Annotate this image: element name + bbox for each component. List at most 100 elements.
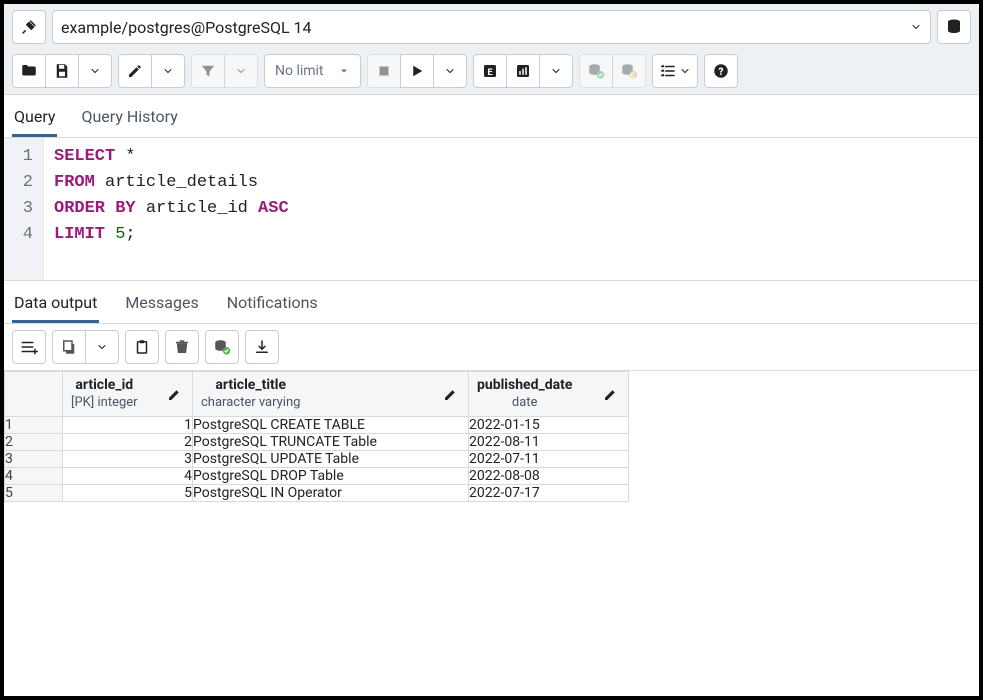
connection-icon-button[interactable] [12, 10, 46, 44]
tab-data-output[interactable]: Data output [12, 287, 99, 323]
stop-icon [375, 62, 393, 80]
server-connect-button[interactable] [937, 10, 971, 44]
column-name: published_date [477, 376, 572, 394]
results-panel: Data output Messages Notifications [4, 280, 979, 696]
cell-published-date[interactable]: 2022-08-11 [469, 434, 629, 451]
save-button[interactable] [45, 54, 79, 88]
chevron-down-icon [96, 341, 108, 353]
code-body[interactable]: SELECT *FROM article_detailsORDER BY art… [44, 138, 979, 280]
help-button[interactable]: ? [704, 54, 738, 88]
delete-button[interactable] [165, 330, 199, 364]
connection-text: example/postgres@PostgreSQL 14 [61, 18, 910, 37]
column-name: article_id [71, 376, 138, 394]
connection-selector[interactable]: example/postgres@PostgreSQL 14 [52, 10, 931, 44]
code-text: ; [125, 225, 135, 244]
row-number[interactable]: 4 [5, 468, 63, 485]
cell-published-date[interactable]: 2022-07-11 [469, 451, 629, 468]
cell-article-id[interactable]: 3 [63, 451, 193, 468]
caret-down-icon [338, 65, 350, 77]
column-type: [PK] integer [71, 394, 138, 412]
cell-article-id[interactable]: 5 [63, 485, 193, 502]
execute-dropdown-button[interactable] [433, 54, 467, 88]
execute-button[interactable] [400, 54, 434, 88]
keyword: ASC [258, 199, 289, 218]
keyword: LIMIT [54, 225, 105, 244]
chevron-down-icon [89, 65, 101, 77]
macros-button[interactable] [652, 54, 698, 88]
database-icon [945, 18, 963, 36]
tab-query[interactable]: Query [12, 101, 57, 137]
stop-button[interactable] [367, 54, 401, 88]
sql-editor[interactable]: 1 2 3 4 SELECT *FROM article_detailsORDE… [4, 138, 979, 280]
save-data-button[interactable] [205, 330, 239, 364]
edit-button[interactable] [118, 54, 152, 88]
row-number[interactable]: 1 [5, 417, 63, 434]
line-number: 4 [10, 222, 33, 248]
column-header[interactable]: article_id [PK] integer [63, 372, 193, 417]
commit-button[interactable] [579, 54, 613, 88]
editor-area: Query Query History 1 2 3 4 SELECT *FROM… [4, 94, 979, 280]
cell-article-id[interactable]: 2 [63, 434, 193, 451]
cell-article-id[interactable]: 1 [63, 417, 193, 434]
folder-icon [20, 62, 38, 80]
database-check-icon [587, 62, 605, 80]
code-text: * [115, 147, 135, 166]
cell-article-title[interactable]: PostgreSQL TRUNCATE Table [193, 434, 469, 451]
data-grid[interactable]: article_id [PK] integer article_title c [4, 371, 979, 502]
table-row[interactable]: 44PostgreSQL DROP Table2022-08-08 [5, 468, 629, 485]
copy-dropdown-button[interactable] [85, 330, 119, 364]
cell-published-date[interactable]: 2022-07-17 [469, 485, 629, 502]
save-dropdown-button[interactable] [78, 54, 112, 88]
svg-text:?: ? [718, 67, 723, 78]
row-limit-selector[interactable]: No limit [264, 54, 361, 88]
editor-tabs: Query Query History [4, 95, 979, 138]
column-header[interactable]: published_date date [469, 372, 629, 417]
row-limit-label: No limit [275, 63, 324, 79]
cell-published-date[interactable]: 2022-01-15 [469, 417, 629, 434]
rollback-button[interactable] [612, 54, 646, 88]
cell-article-title[interactable]: PostgreSQL IN Operator [193, 485, 469, 502]
download-icon [253, 338, 271, 356]
row-number[interactable]: 3 [5, 451, 63, 468]
table-row[interactable]: 11PostgreSQL CREATE TABLE2022-01-15 [5, 417, 629, 434]
table-row[interactable]: 55PostgreSQL IN Operator2022-07-17 [5, 485, 629, 502]
filter-button[interactable] [191, 54, 225, 88]
open-file-button[interactable] [12, 54, 46, 88]
chevron-down-icon [444, 65, 456, 77]
plug-icon [20, 18, 38, 36]
explain-dropdown-button[interactable] [539, 54, 573, 88]
code-text: article_details [95, 173, 258, 192]
line-gutter: 1 2 3 4 [4, 138, 44, 280]
explain-button[interactable]: E [473, 54, 507, 88]
svg-text:E: E [487, 68, 492, 78]
cell-article-id[interactable]: 4 [63, 468, 193, 485]
cell-article-title[interactable]: PostgreSQL CREATE TABLE [193, 417, 469, 434]
pencil-icon[interactable] [166, 385, 184, 403]
number-literal: 5 [115, 225, 125, 244]
filter-dropdown-button[interactable] [224, 54, 258, 88]
row-number[interactable]: 5 [5, 485, 63, 502]
edit-dropdown-button[interactable] [151, 54, 185, 88]
paste-button[interactable] [125, 330, 159, 364]
table-row[interactable]: 33PostgreSQL UPDATE Table2022-07-11 [5, 451, 629, 468]
tab-query-history[interactable]: Query History [79, 101, 179, 137]
keyword: FROM [54, 173, 95, 192]
cell-published-date[interactable]: 2022-08-08 [469, 468, 629, 485]
header-row: article_id [PK] integer article_title c [5, 372, 629, 417]
cell-article-title[interactable]: PostgreSQL UPDATE Table [193, 451, 469, 468]
results-toolbar [4, 324, 979, 371]
pencil-icon[interactable] [602, 385, 620, 403]
tab-messages[interactable]: Messages [123, 287, 200, 323]
cell-article-title[interactable]: PostgreSQL DROP Table [193, 468, 469, 485]
main-toolbar: No limit [4, 50, 979, 94]
column-type: character varying [201, 394, 300, 412]
row-number[interactable]: 2 [5, 434, 63, 451]
pencil-icon[interactable] [442, 385, 460, 403]
add-row-button[interactable] [12, 330, 46, 364]
explain-analyze-button[interactable] [506, 54, 540, 88]
column-header[interactable]: article_title character varying [193, 372, 469, 417]
copy-button[interactable] [52, 330, 86, 364]
table-row[interactable]: 22PostgreSQL TRUNCATE Table2022-08-11 [5, 434, 629, 451]
download-button[interactable] [245, 330, 279, 364]
tab-notifications[interactable]: Notifications [225, 287, 320, 323]
